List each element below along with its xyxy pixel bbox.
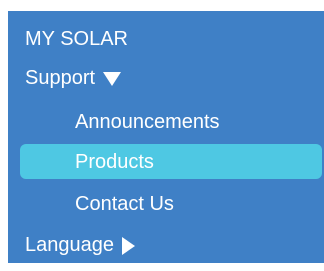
submenu-item-label: Products bbox=[75, 151, 154, 173]
menu-item-label: Support bbox=[25, 67, 96, 89]
menu-item-support[interactable]: Support bbox=[8, 60, 122, 96]
submenu-item-label: Contact Us bbox=[75, 193, 174, 215]
submenu-item-announcements[interactable]: Announcements bbox=[8, 104, 220, 140]
menu-item-language[interactable]: Language bbox=[8, 227, 135, 263]
submenu-item-label: Announcements bbox=[75, 111, 220, 133]
menu-item-label: MY SOLAR bbox=[25, 28, 128, 50]
submenu-item-products[interactable]: Products bbox=[8, 144, 154, 180]
submenu-item-contact-us[interactable]: Contact Us bbox=[8, 186, 174, 222]
caret-down-icon bbox=[103, 72, 122, 86]
caret-right-icon bbox=[121, 236, 135, 255]
menu-item-label: Language bbox=[25, 234, 114, 256]
nav-menu-panel: MY SOLAR Support Announcements Products … bbox=[8, 11, 324, 263]
menu-item-my-solar[interactable]: MY SOLAR bbox=[8, 21, 128, 57]
